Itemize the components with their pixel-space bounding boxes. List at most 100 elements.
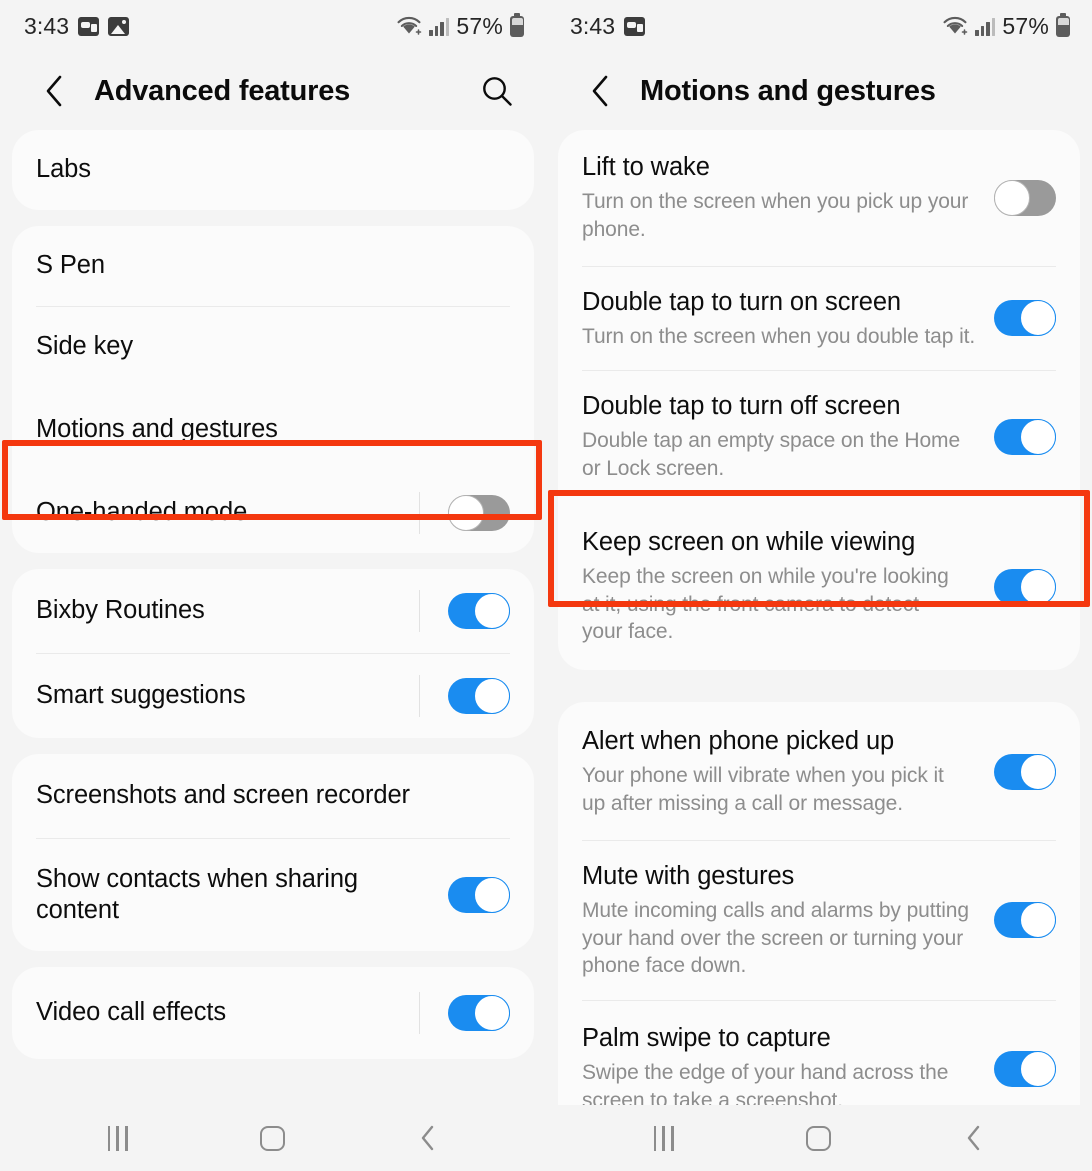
row-title: Screenshots and screen recorder bbox=[36, 781, 410, 810]
row-title: Double tap to turn off screen bbox=[582, 392, 901, 421]
row-description: Your phone will vibrate when you pick it… bbox=[582, 764, 944, 816]
toggle-double-tap-to-turn-off-screen[interactable] bbox=[994, 419, 1056, 456]
list-item-keep-screen-on-while-viewing[interactable]: Keep screen on while viewing Keep the sc… bbox=[558, 505, 1080, 670]
recents-button[interactable] bbox=[631, 1113, 697, 1163]
toggle-video-call-effects[interactable] bbox=[448, 995, 510, 1031]
navigation-bar-left bbox=[0, 1105, 546, 1171]
status-bar-right-group: 57% bbox=[942, 12, 1070, 40]
list-item-labs[interactable]: Labs bbox=[12, 130, 534, 210]
row-description: Swipe the edge of your hand across the s… bbox=[582, 1061, 949, 1105]
settings-list-right[interactable]: Lift to wake Turn on the screen when you… bbox=[546, 130, 1092, 1105]
row-title: Bixby Routines bbox=[36, 596, 205, 625]
switch-wrap bbox=[419, 590, 510, 632]
list-item-smart-suggestions[interactable]: Smart suggestions bbox=[12, 654, 534, 738]
toggle-lift-to-wake[interactable] bbox=[994, 179, 1056, 216]
switch-separator bbox=[419, 992, 420, 1034]
recents-button[interactable] bbox=[85, 1113, 151, 1163]
row-texts: Double tap to turn on screen Turn on the… bbox=[582, 287, 994, 351]
list-item-side-key[interactable]: Side key bbox=[12, 307, 534, 387]
row-texts: Labs bbox=[36, 154, 510, 185]
back-button[interactable] bbox=[34, 71, 74, 111]
search-button[interactable] bbox=[476, 70, 518, 112]
settings-list-left[interactable]: Labs S Pen Side key Motions and gestures… bbox=[0, 130, 546, 1105]
status-bar-left: 3:43 57% bbox=[0, 0, 546, 52]
appbar-right: Motions and gestures bbox=[546, 52, 1092, 130]
row-texts: Double tap to turn off screen Double tap… bbox=[582, 391, 994, 483]
toggle-knob bbox=[448, 495, 484, 531]
search-icon bbox=[483, 77, 512, 106]
row-description: Turn on the screen when you double tap i… bbox=[582, 324, 976, 348]
switch-wrap bbox=[994, 568, 1056, 605]
toggle-knob bbox=[1020, 753, 1056, 790]
settings-group: Alert when phone picked up Your phone wi… bbox=[558, 702, 1080, 1105]
row-title: Motions and gestures bbox=[36, 415, 278, 444]
list-item-lift-to-wake[interactable]: Lift to wake Turn on the screen when you… bbox=[558, 130, 1080, 266]
toggle-palm-swipe-to-capture[interactable] bbox=[994, 1050, 1056, 1087]
status-bar-left-group: 3:43 bbox=[570, 13, 646, 40]
row-description: Keep the screen on while you're looking … bbox=[582, 565, 949, 644]
toggle-one-handed-mode[interactable] bbox=[448, 495, 510, 531]
toggle-knob bbox=[994, 179, 1030, 216]
toggle-mute-with-gestures[interactable] bbox=[994, 902, 1056, 939]
home-icon bbox=[260, 1125, 286, 1151]
toggle-bixby-routines[interactable] bbox=[448, 593, 510, 629]
switch-wrap bbox=[994, 419, 1056, 456]
toggle-knob bbox=[1020, 300, 1056, 337]
toggle-show-contacts-when-sharing-content[interactable] bbox=[448, 877, 510, 913]
toggle-knob bbox=[474, 995, 510, 1031]
back-chevron-icon bbox=[968, 1125, 980, 1151]
list-item-double-tap-to-turn-off-screen[interactable]: Double tap to turn off screen Double tap… bbox=[558, 371, 1080, 505]
list-item-bixby-routines[interactable]: Bixby Routines bbox=[12, 569, 534, 653]
toggle-alert-when-phone-picked-up[interactable] bbox=[994, 753, 1056, 790]
list-item-one-handed-mode[interactable]: One-handed mode bbox=[12, 473, 534, 553]
settings-group: Lift to wake Turn on the screen when you… bbox=[558, 130, 1080, 671]
list-item-video-call-effects[interactable]: Video call effects bbox=[12, 967, 534, 1059]
row-title: Video call effects bbox=[36, 998, 227, 1027]
list-item-s-pen[interactable]: S Pen bbox=[12, 226, 534, 306]
row-texts: Screenshots and screen recorder bbox=[36, 780, 510, 811]
row-description: Turn on the screen when you pick up your… bbox=[582, 190, 969, 241]
back-button[interactable] bbox=[580, 71, 620, 111]
list-item-show-contacts-when-sharing-content[interactable]: Show contacts when sharing content bbox=[12, 839, 534, 951]
settings-group: S Pen Side key Motions and gestures One-… bbox=[12, 226, 534, 553]
list-item-motions-and-gestures[interactable]: Motions and gestures bbox=[12, 387, 534, 473]
list-item-screenshots-and-screen-recorder[interactable]: Screenshots and screen recorder bbox=[12, 754, 534, 838]
toggle-double-tap-to-turn-on-screen[interactable] bbox=[994, 300, 1056, 337]
switch-separator bbox=[419, 492, 420, 534]
row-texts: Lift to wake Turn on the screen when you… bbox=[582, 152, 994, 244]
home-icon bbox=[806, 1125, 832, 1151]
home-button[interactable] bbox=[786, 1113, 852, 1163]
recents-icon bbox=[653, 1125, 674, 1151]
signal-icon bbox=[429, 17, 450, 36]
toggle-knob bbox=[474, 593, 510, 629]
chevron-left-icon bbox=[592, 75, 608, 107]
toggle-knob bbox=[1020, 568, 1056, 605]
row-title: One-handed mode bbox=[36, 498, 248, 527]
toggle-knob bbox=[474, 877, 510, 913]
list-item-alert-when-phone-picked-up[interactable]: Alert when phone picked up Your phone wi… bbox=[558, 702, 1080, 840]
row-texts: Smart suggestions bbox=[36, 680, 419, 711]
vpn-icon bbox=[78, 16, 100, 36]
row-title: Side key bbox=[36, 332, 134, 361]
switch-wrap bbox=[994, 753, 1056, 790]
toggle-keep-screen-on-while-viewing[interactable] bbox=[994, 568, 1056, 605]
back-nav-button[interactable] bbox=[395, 1113, 461, 1163]
back-nav-button[interactable] bbox=[941, 1113, 1007, 1163]
list-item-palm-swipe-to-capture[interactable]: Palm swipe to capture Swipe the edge of … bbox=[558, 1001, 1080, 1105]
row-title: Labs bbox=[36, 155, 91, 184]
row-texts: Side key bbox=[36, 331, 510, 362]
recents-icon bbox=[107, 1125, 128, 1151]
vpn-icon bbox=[624, 16, 646, 36]
page-title: Advanced features bbox=[94, 74, 351, 107]
home-button[interactable] bbox=[240, 1113, 306, 1163]
list-item-double-tap-to-turn-on-screen[interactable]: Double tap to turn on screen Turn on the… bbox=[558, 267, 1080, 371]
settings-group: Labs bbox=[12, 130, 534, 210]
switch-wrap bbox=[994, 179, 1056, 216]
row-texts: Alert when phone picked up Your phone wi… bbox=[582, 726, 994, 818]
list-item-mute-with-gestures[interactable]: Mute with gestures Mute incoming calls a… bbox=[558, 841, 1080, 1000]
status-bar-left-group: 3:43 bbox=[24, 12, 130, 40]
toggle-smart-suggestions[interactable] bbox=[448, 678, 510, 714]
status-time: 3:43 bbox=[24, 12, 70, 39]
row-texts: S Pen bbox=[36, 250, 510, 281]
wifi-icon bbox=[942, 15, 968, 37]
